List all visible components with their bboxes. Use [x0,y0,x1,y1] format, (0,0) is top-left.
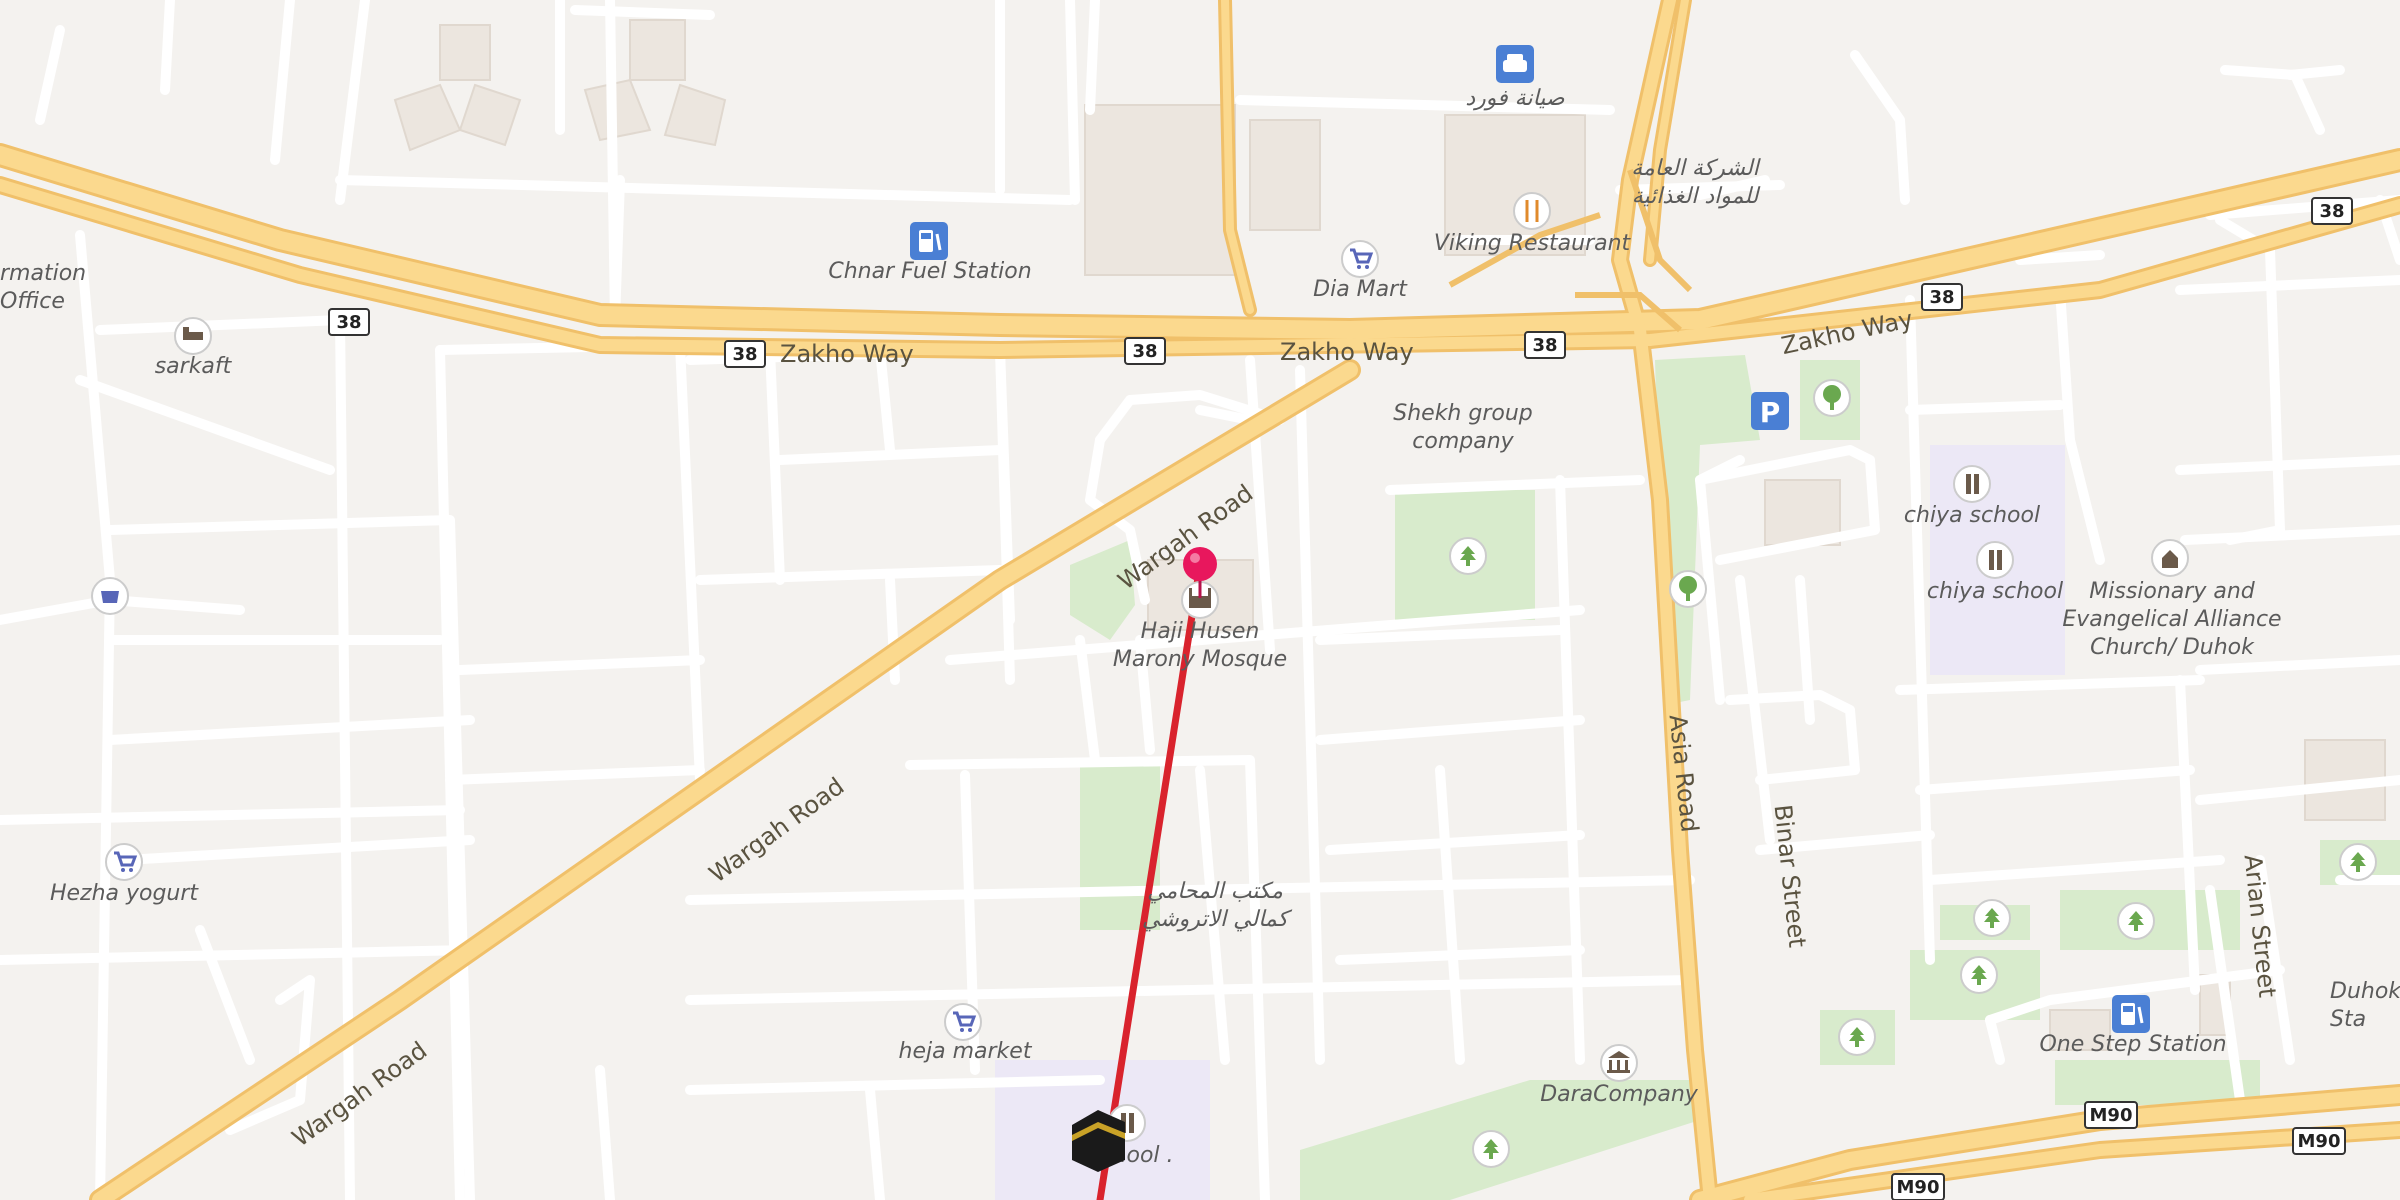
fuel-station-icon[interactable] [910,222,948,260]
label-chiya-school-2: chiya school [1927,579,2063,604]
svg-text:38: 38 [336,312,361,333]
road-label-zakho-way-2: Zakho Way [1280,338,1414,366]
label-dara-company: DaraCompany [1540,1082,1699,1107]
map-canvas[interactable]: Zakho Way Zakho Way Zakho Way Wargah Roa… [0,0,2400,1200]
label-dia-mart: Dia Mart [1313,277,1408,302]
label-missionary-church: Missionary and Evangelical Alliance Church… [2062,579,2281,660]
label-sarkaft: sarkaft [155,354,233,379]
map-view[interactable]: Zakho Way Zakho Way Zakho Way Wargah Roa… [0,0,2400,1200]
tree-icon[interactable] [1669,570,1707,608]
car-service-icon[interactable] [1496,45,1534,83]
shield-38-4: 38 [1524,331,1566,359]
label-hezha-yogurt: Hezha yogurt [50,881,199,906]
svg-text:38: 38 [2319,201,2344,222]
park-icon[interactable] [1449,537,1487,575]
church-icon[interactable] [2151,539,2189,577]
tree-icon[interactable] [1813,379,1851,417]
school-icon[interactable] [1976,541,2014,579]
shield-m90-3: M90 [1891,1173,1945,1200]
shield-38-2: 38 [724,340,766,368]
park-icon[interactable] [2117,902,2155,940]
label-chiya-school-1: chiya school [1904,503,2040,528]
svg-text:38: 38 [1532,335,1557,356]
school-icon[interactable] [1953,465,1991,503]
shield-38-5: 38 [1921,283,1963,311]
parking-icon[interactable]: P [1751,392,1789,430]
shield-38-3: 38 [1124,337,1166,365]
park-icon[interactable] [1973,899,2011,937]
svg-text:M90: M90 [1897,1177,1940,1198]
fuel-station-icon[interactable] [2112,995,2150,1033]
park-icon[interactable] [2339,843,2377,881]
park-icon[interactable] [1960,956,1998,994]
hotel-icon[interactable] [174,317,212,355]
shield-38-1: 38 [328,308,370,336]
svg-text:M90: M90 [2090,1105,2133,1126]
museum-icon[interactable] [1600,1044,1638,1082]
road-label-zakho-way-1: Zakho Way [780,340,914,368]
label-heja-market: heja market [899,1039,1033,1064]
label-one-step-station: One Step Station [2039,1032,2226,1057]
label-chnar-fuel-station: Chnar Fuel Station [828,259,1031,284]
shield-38-6: 38 [2311,197,2353,225]
label-viking-restaurant: Viking Restaurant [1434,231,1632,256]
svg-text:38: 38 [1929,287,1954,308]
label-car-service: صيانة فورد [1465,86,1565,111]
svg-text:38: 38 [1132,341,1157,362]
svg-text:P: P [1760,396,1781,429]
shopping-cart-icon[interactable] [1341,240,1379,278]
shield-m90-2: M90 [2292,1127,2346,1155]
svg-text:38: 38 [732,344,757,365]
svg-text:M90: M90 [2298,1131,2341,1152]
shopping-bag-icon[interactable] [91,577,129,615]
park-icon[interactable] [1838,1018,1876,1056]
shield-m90-1: M90 [2084,1101,2138,1129]
shopping-cart-icon[interactable] [105,843,143,881]
restaurant-icon[interactable] [1513,192,1551,230]
shopping-cart-icon[interactable] [944,1003,982,1041]
park-icon[interactable] [1472,1130,1510,1168]
